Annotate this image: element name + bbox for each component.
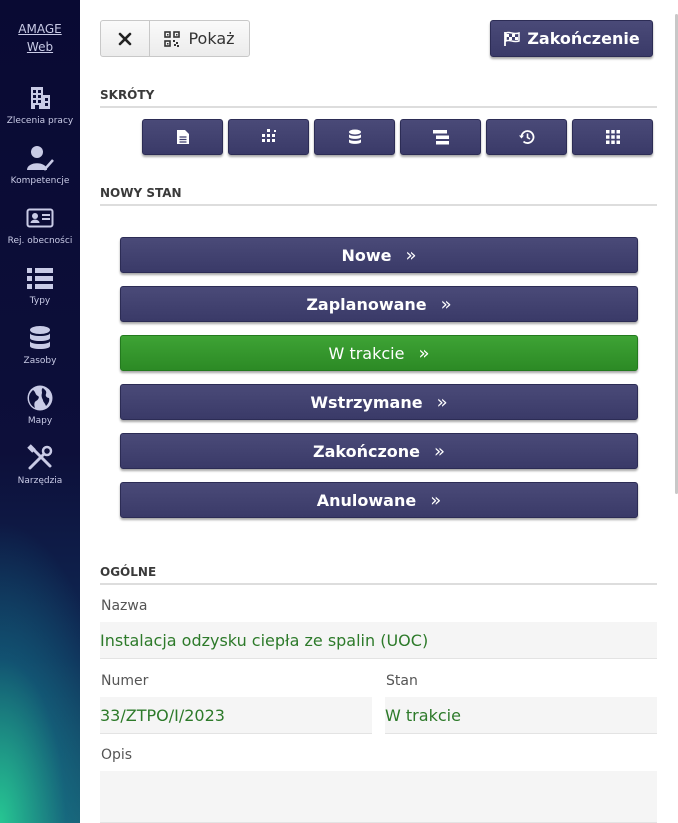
number-field[interactable]: 33/ZTPO/I/2023 bbox=[100, 697, 372, 734]
close-icon bbox=[118, 32, 132, 45]
document-icon bbox=[176, 130, 189, 144]
sidebar-item-label: Mapy bbox=[27, 416, 53, 426]
brand-line1[interactable]: AMAGE bbox=[0, 20, 80, 38]
main-panel: Pokaż Zakończenie SKRÓTY NOWY STAN Nowe … bbox=[80, 0, 678, 823]
chevrons-right-icon: » bbox=[430, 489, 442, 511]
sidebar-item-label: Zlecenia pracy bbox=[6, 116, 74, 126]
qr-code-icon bbox=[164, 30, 181, 47]
brand-link[interactable]: AMAGE Web bbox=[0, 20, 80, 56]
list-icon bbox=[27, 268, 53, 289]
sidebar-item-competences[interactable]: Kompetencje bbox=[0, 144, 80, 186]
globe-icon bbox=[27, 385, 53, 411]
finish-button[interactable]: Zakończenie bbox=[490, 20, 653, 57]
sidebar-item-types[interactable]: Typy bbox=[0, 264, 80, 306]
name-field[interactable]: Instalacja odzysku ciepła ze spalin (UOC… bbox=[100, 622, 657, 659]
sidebar-item-work-orders[interactable]: Zlecenia pracy bbox=[0, 84, 80, 126]
sidebar-item-label: Narzędzia bbox=[17, 476, 63, 486]
number-label: Numer bbox=[101, 673, 149, 689]
state-button-in-progress[interactable]: W trakcie » bbox=[120, 335, 638, 371]
shortcut-grid-button[interactable] bbox=[572, 119, 653, 155]
chevrons-right-icon: » bbox=[405, 244, 417, 266]
shortcut-tree-button[interactable] bbox=[400, 119, 481, 155]
user-check-icon bbox=[27, 146, 54, 171]
state-label: W trakcie bbox=[328, 343, 405, 363]
brand-line2[interactable]: Web bbox=[0, 38, 80, 56]
shortcut-document-button[interactable] bbox=[142, 119, 223, 155]
flag-checkered-icon bbox=[504, 31, 521, 46]
sidebar-item-label: Kompetencje bbox=[10, 176, 70, 186]
description-field[interactable] bbox=[100, 771, 657, 823]
state-button-cancelled[interactable]: Anulowane » bbox=[120, 482, 638, 518]
state-button-finished[interactable]: Zakończone » bbox=[120, 433, 638, 469]
sidebar-item-resources[interactable]: Zasoby bbox=[0, 324, 80, 366]
history-icon bbox=[518, 130, 534, 144]
sidebar-item-attendance[interactable]: Rej. obecności bbox=[0, 204, 80, 246]
shortcut-history-button[interactable] bbox=[486, 119, 567, 155]
sidebar-item-maps[interactable]: Mapy bbox=[0, 384, 80, 426]
id-card-icon bbox=[26, 208, 54, 228]
chevrons-right-icon: » bbox=[440, 293, 452, 315]
general-title: OGÓLNE bbox=[100, 565, 657, 585]
sidebar: AMAGE Web Zlecenia pracy Kompetencje Rej… bbox=[0, 0, 80, 823]
description-label: Opis bbox=[101, 747, 133, 763]
tree-icon bbox=[432, 130, 449, 145]
name-label: Nazwa bbox=[101, 598, 148, 614]
close-button[interactable] bbox=[100, 20, 150, 57]
tools-icon bbox=[27, 444, 53, 470]
shortcut-dots-grid-button[interactable] bbox=[228, 119, 309, 155]
shortcut-database-button[interactable] bbox=[314, 119, 395, 155]
chevrons-right-icon: » bbox=[436, 391, 448, 413]
sidebar-item-tools[interactable]: Narzędzia bbox=[0, 444, 80, 486]
state-button-planned[interactable]: Zaplanowane » bbox=[120, 286, 638, 322]
sidebar-item-label: Zasoby bbox=[23, 356, 57, 366]
state-label: Anulowane bbox=[316, 490, 417, 510]
chevrons-right-icon: » bbox=[434, 440, 446, 462]
state-label: Zaplanowane bbox=[306, 294, 427, 314]
new-state-title: NOWY STAN bbox=[100, 186, 657, 206]
finish-button-label: Zakończenie bbox=[527, 29, 640, 48]
building-icon bbox=[31, 87, 50, 109]
state-label: Zakończone bbox=[312, 441, 420, 461]
chevrons-right-icon: » bbox=[418, 342, 430, 364]
grid-icon bbox=[605, 130, 620, 144]
state-field[interactable]: W trakcie bbox=[385, 697, 657, 734]
show-button[interactable]: Pokaż bbox=[149, 20, 250, 57]
sidebar-item-label: Rej. obecności bbox=[7, 236, 73, 246]
state-button-new[interactable]: Nowe » bbox=[120, 237, 638, 273]
sidebar-item-label: Typy bbox=[29, 296, 51, 306]
state-label: Nowe bbox=[341, 245, 392, 265]
state-field-label: Stan bbox=[386, 673, 418, 689]
database-icon bbox=[348, 129, 361, 144]
state-button-paused[interactable]: Wstrzymane » bbox=[120, 384, 638, 420]
state-label: Wstrzymane bbox=[310, 392, 423, 412]
shortcuts-title: SKRÓTY bbox=[100, 88, 657, 108]
database-icon bbox=[30, 326, 50, 349]
dots-grid-icon bbox=[261, 129, 276, 142]
show-button-label: Pokaż bbox=[188, 29, 235, 48]
